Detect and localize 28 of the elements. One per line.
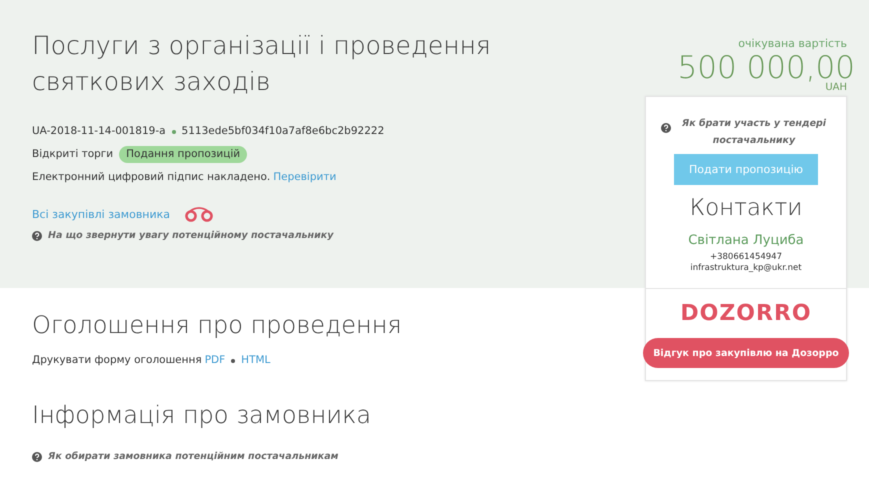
tender-id: UA-2018-11-14-001819-a [32, 124, 166, 139]
announcement-heading: Оголошення про проведення [32, 311, 403, 339]
print-format-link[interactable]: PDF [204, 353, 226, 368]
signature-text: Електронний цифровий підпис накладено. [32, 170, 270, 185]
contact-phone: +380661454947 [710, 252, 782, 263]
verify-link[interactable]: Перевірити [273, 170, 336, 185]
dozorro-logo: DOZORRO [680, 301, 812, 326]
help-icon [32, 452, 42, 462]
contact-email: infrastruktura_kp@ukr.net [690, 263, 802, 274]
tender-title: Послуги з організації і проведення святкових заходів [32, 30, 492, 98]
procedure-type: Відкриті торги [32, 147, 114, 162]
help-icon [661, 123, 671, 133]
buyer-procurements-link[interactable]: Всі закупівлі замовника [32, 208, 170, 220]
feedback-button[interactable]: Відгук про закупівлю на Дозорро [643, 338, 849, 368]
contacts-heading: Контакти [690, 195, 802, 221]
buyer-hint: Як обирати замовника потенційним постачальникам [48, 451, 338, 462]
tender-hash: 5113ede5bf034f10a7af8e6bc2b92222 [182, 124, 384, 139]
supplier-hint: На що звернути увагу потенційному постачальнику [48, 230, 334, 241]
help-icon [32, 230, 42, 240]
binoculars-icon [184, 206, 214, 222]
status-badge: Подання пропозицій [119, 146, 248, 163]
price-label: очікувана вартість [737, 37, 847, 50]
print-label: Друкувати форму оголошення [32, 353, 202, 368]
contact-name: Світлана Луциба [688, 233, 804, 248]
buyer-info-heading: Інформація про замовника [32, 401, 372, 429]
print-format-link[interactable]: HTML [241, 353, 270, 368]
submit-bid-button[interactable]: Подати пропозицію [674, 154, 818, 185]
participation-hint: Як брати участь у тендері постачальнику [680, 117, 828, 148]
